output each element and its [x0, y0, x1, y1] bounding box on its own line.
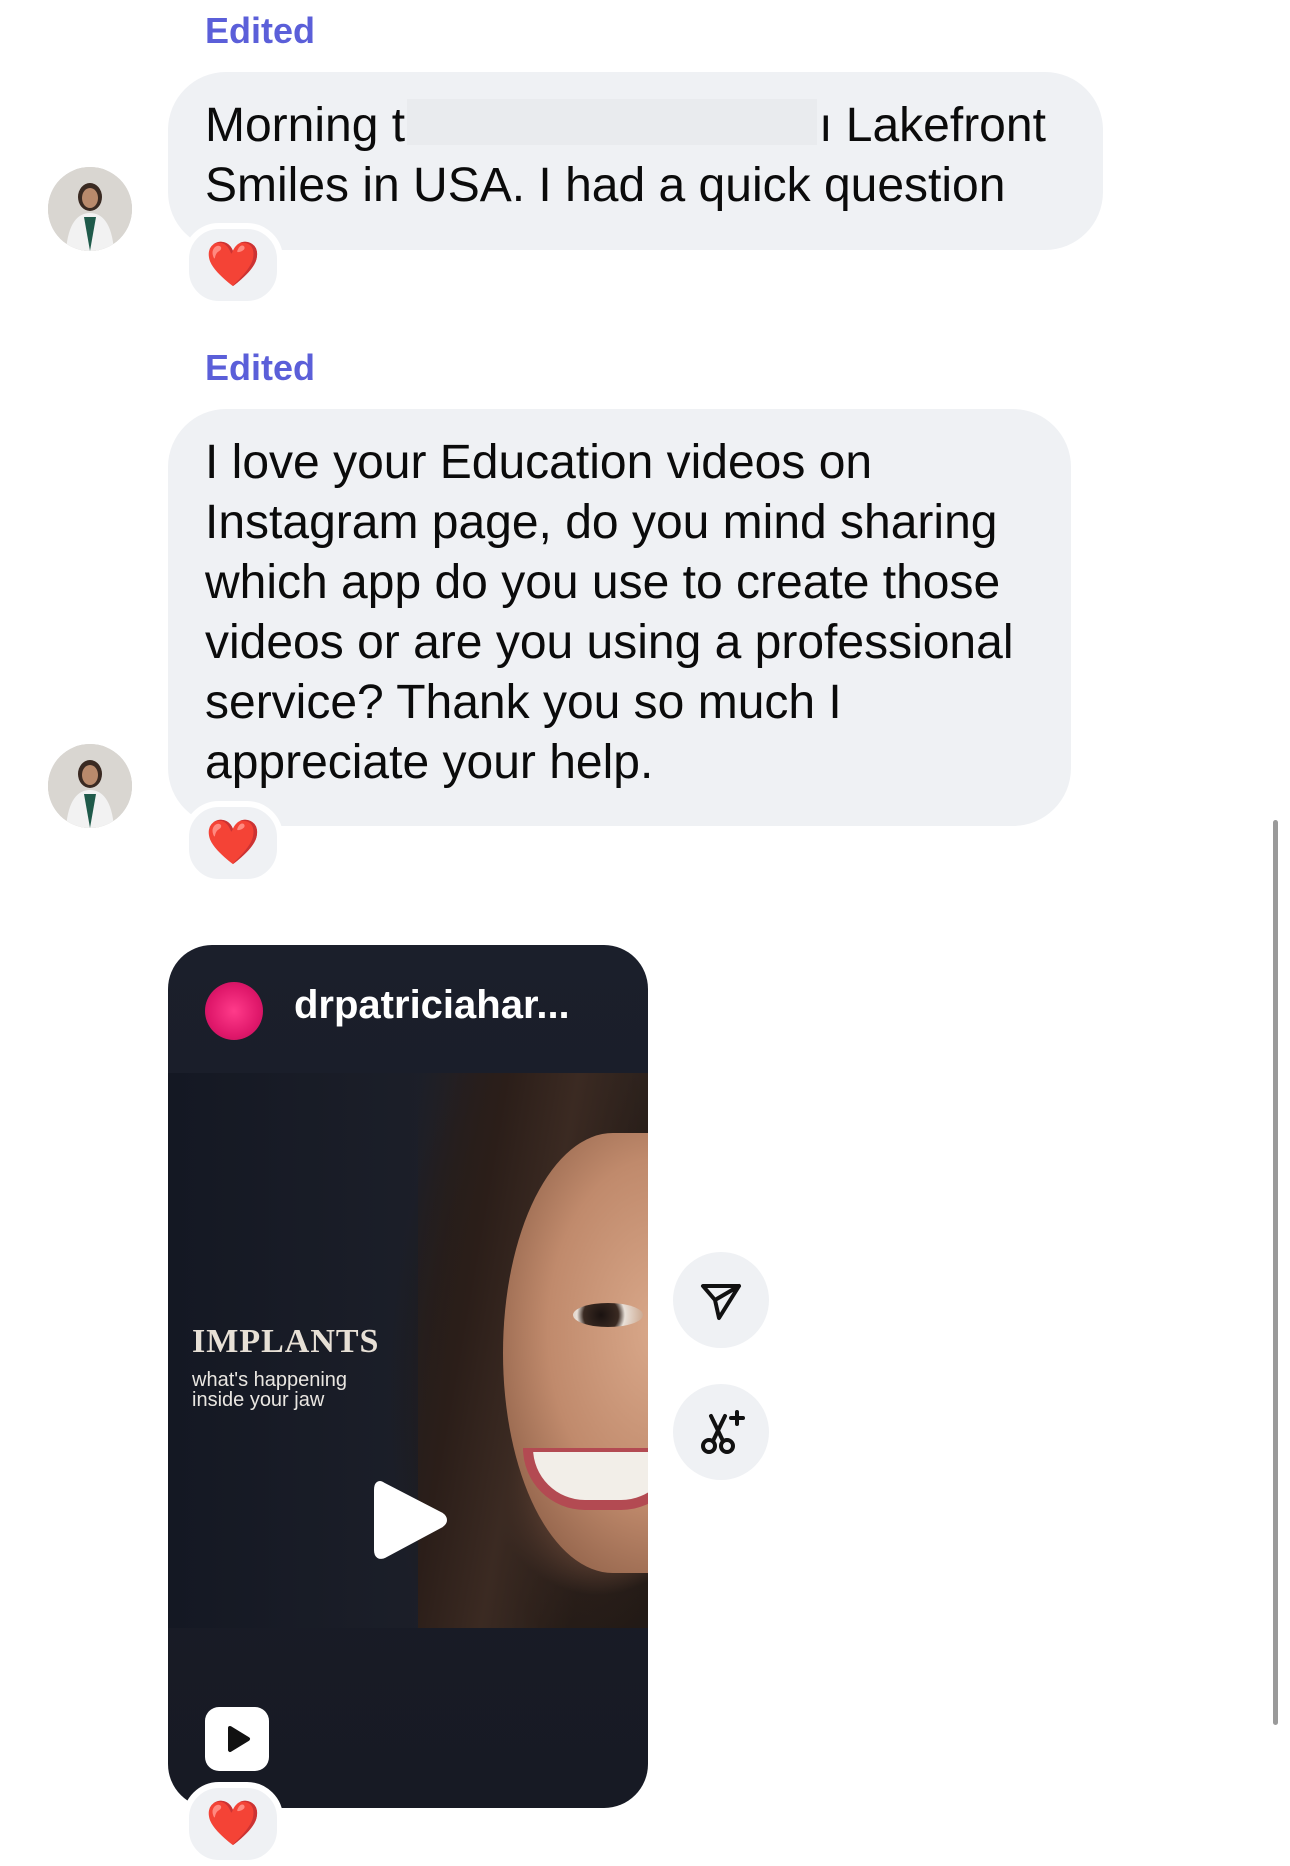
thumbnail-eye	[573, 1303, 643, 1327]
reaction-badge[interactable]: ❤️	[183, 223, 283, 307]
message-bubble[interactable]: Morning t ı Lakefront Smiles in USA. I ha…	[168, 72, 1103, 250]
message-text: Morning t	[205, 99, 406, 152]
paper-plane-icon	[701, 1284, 741, 1320]
avatar-image	[48, 167, 132, 251]
message-text: ı Lakefront	[819, 99, 1046, 152]
play-icon[interactable]	[368, 1478, 448, 1562]
avatar-image	[48, 744, 132, 828]
reaction-badge[interactable]: ❤️	[183, 1782, 283, 1866]
avatar[interactable]	[48, 167, 132, 251]
heart-icon: ❤️	[205, 240, 261, 289]
reel-author-username[interactable]: drpatriciahar...	[294, 983, 570, 1028]
shared-reel-card[interactable]: drpatriciahar... IMPLANTS what's happeni…	[168, 945, 648, 1808]
scrollbar[interactable]	[1273, 820, 1278, 1725]
heart-icon: ❤️	[205, 818, 261, 867]
remix-button[interactable]	[673, 1384, 769, 1480]
reel-thumbnail[interactable]: IMPLANTS what's happening inside your ja…	[168, 1073, 648, 1628]
scissors-sparkle-icon	[701, 1410, 745, 1454]
edited-label: Edited	[205, 347, 316, 388]
reel-header: drpatriciahar...	[168, 945, 648, 1073]
reel-subtitle: what's happening inside your jaw	[192, 1369, 348, 1411]
avatar[interactable]	[48, 744, 132, 828]
reel-title: IMPLANTS	[192, 1323, 380, 1360]
edited-label: Edited	[205, 10, 316, 51]
reel-icon	[205, 1707, 269, 1771]
reel-author-avatar[interactable]	[205, 982, 263, 1040]
share-button[interactable]	[673, 1252, 769, 1348]
redacted-text	[407, 99, 818, 145]
heart-icon: ❤️	[205, 1799, 261, 1848]
message-text: I love your Education videos on Instagra…	[205, 436, 1014, 789]
reaction-badge[interactable]: ❤️	[183, 801, 283, 885]
message-text: Smiles in USA. I had a quick question	[205, 159, 1006, 212]
message-bubble[interactable]: I love your Education videos on Instagra…	[168, 409, 1071, 826]
